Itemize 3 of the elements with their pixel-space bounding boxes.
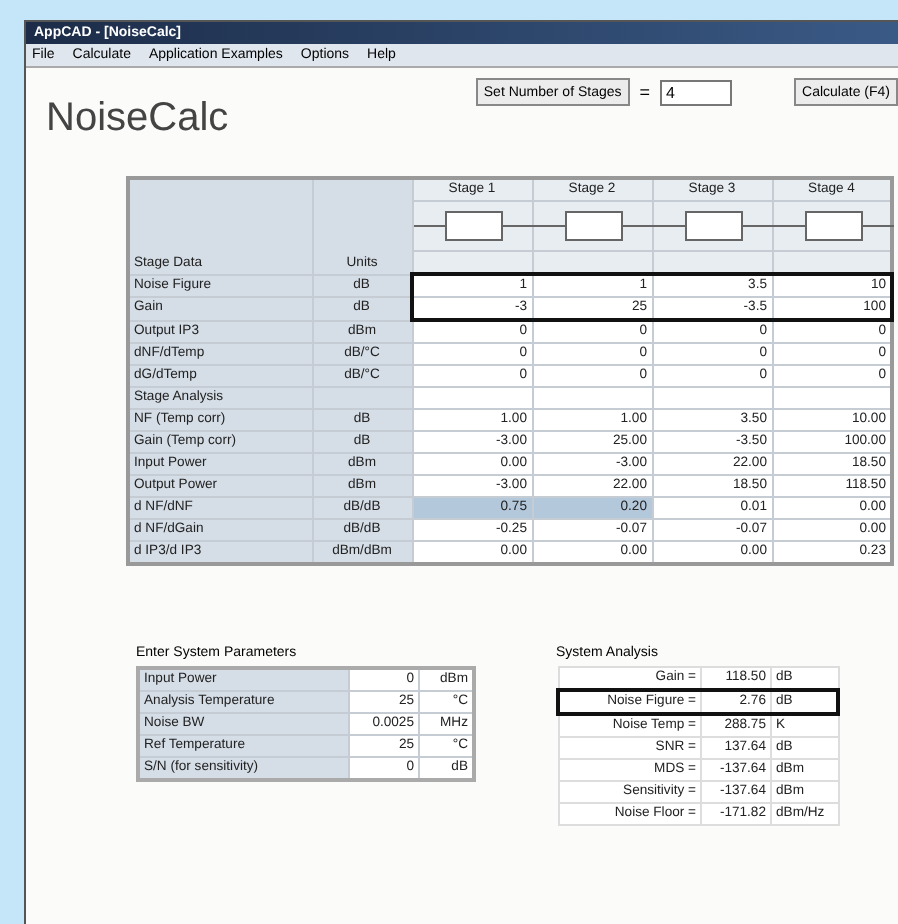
page-heading: NoiseCalc [46,96,229,142]
stages-input-field[interactable]: 4 [660,79,733,105]
equals-sign: = [639,82,651,102]
